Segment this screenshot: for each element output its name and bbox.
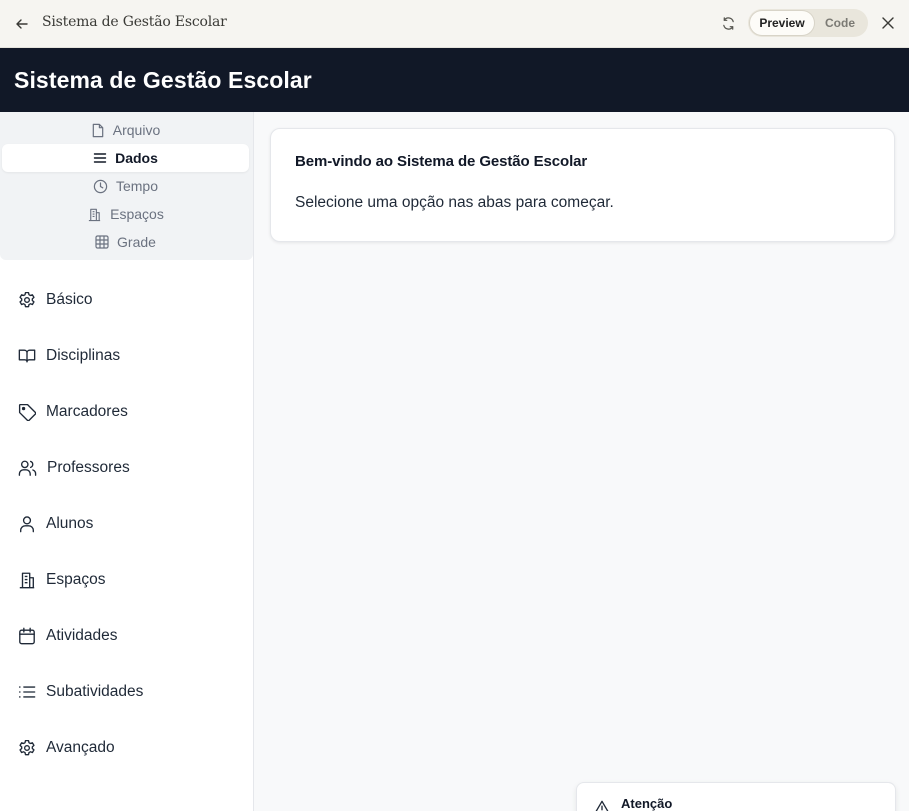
menu-lines-icon [93,153,107,163]
welcome-title: Bem-vindo ao Sistema de Gestão Escolar [295,153,588,170]
file-icon [92,123,104,137]
tab-label: Arquivo [112,122,161,138]
sidebar-item-disciplinas[interactable]: Disciplinas [0,328,253,384]
sidebar-item-label: Alunos [46,515,94,532]
sidebar-item-label: Básico [46,291,93,308]
warning-icon [595,800,609,811]
tab-label: Dados [115,150,158,166]
sidebar-item-label: Marcadores [46,403,128,420]
refresh-button[interactable] [718,13,738,33]
tab-dados[interactable]: Dados [2,144,249,172]
tab-arquivo[interactable]: Arquivo [2,116,249,144]
welcome-card: Bem-vindo ao Sistema de Gestão Escolar S… [270,128,895,242]
sidebar-item-label: Atividades [46,627,118,644]
sidebar-item-label: Professores [47,459,130,476]
sidebar: Arquivo Dados Tempo Espaços Grade Básico… [0,112,254,811]
clock-icon [93,179,108,193]
book-icon [18,349,36,363]
tab-label: Espaços [110,206,164,222]
close-icon [882,17,894,29]
grid-icon [95,235,109,249]
users-icon [18,460,37,476]
sidebar-item-atividades[interactable]: Atividades [0,608,253,664]
sidebar-item-subatividades[interactable]: Subatividades [0,664,253,720]
sidebar-item-label: Subatividades [46,683,144,700]
app-header: Sistema de Gestão Escolar [0,48,909,112]
sidebar-item-professores[interactable]: Professores [0,440,253,496]
back-button[interactable] [12,14,32,34]
tab-label: Grade [117,234,156,250]
tab-tempo[interactable]: Tempo [2,172,249,200]
view-mode-toggle: Preview Code [748,9,868,37]
preview-tab[interactable]: Preview [750,11,814,35]
sidebar-item-alunos[interactable]: Alunos [0,496,253,552]
arrow-left-icon [16,19,28,29]
main-content: Bem-vindo ao Sistema de Gestão Escolar S… [254,112,909,811]
tab-label: Tempo [115,178,159,194]
building-icon [89,208,101,221]
code-tab[interactable]: Code [814,11,866,35]
preview-toolbar: Sistema de Gestão Escolar Preview Code [0,0,909,48]
list-icon [18,686,36,698]
close-button[interactable] [878,13,898,33]
sidebar-item-basico[interactable]: Básico [0,272,253,328]
sidebar-menu: Básico Disciplinas Marcadores Professore… [0,260,253,776]
sidebar-item-label: Disciplinas [46,347,121,364]
gear-icon [19,739,35,756]
sidebar-item-label: Espaços [46,571,106,588]
user-icon [20,516,34,533]
window-title: Sistema de Gestão Escolar [42,14,227,30]
app-title: Sistema de Gestão Escolar [14,66,312,93]
toast-title: Atenção [621,796,673,811]
calendar-icon [19,627,35,645]
tab-grade[interactable]: Grade [2,228,249,256]
sidebar-item-espacos[interactable]: Espaços [0,552,253,608]
sidebar-item-label: Avançado [46,739,115,756]
refresh-icon [722,16,734,30]
sidebar-item-marcadores[interactable]: Marcadores [0,384,253,440]
building-icon [19,572,35,589]
sidebar-item-avancado[interactable]: Avançado [0,720,253,776]
tab-espacos[interactable]: Espaços [2,200,249,228]
welcome-message: Selecione uma opção nas abas para começa… [295,194,614,211]
gear-icon [19,291,35,308]
top-tabs: Arquivo Dados Tempo Espaços Grade [0,112,253,260]
tag-icon [18,403,36,421]
warning-toast: Atenção [576,782,896,811]
